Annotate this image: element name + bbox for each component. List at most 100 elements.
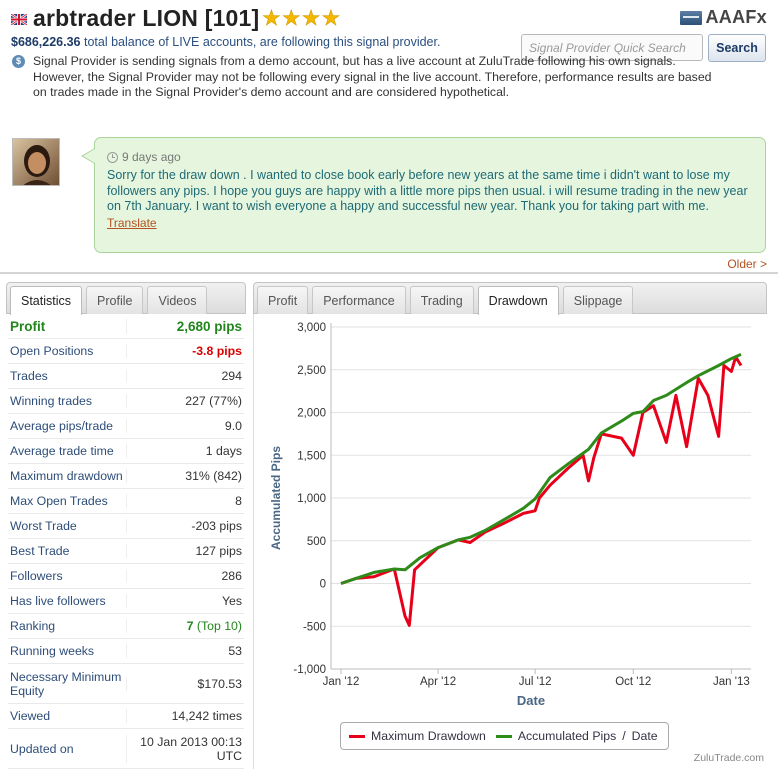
stat-label: Profit	[10, 318, 46, 334]
tab-profit[interactable]: Profit	[257, 286, 309, 314]
stat-label: Winning trades	[10, 394, 93, 408]
stat-row: Trades 294	[8, 364, 244, 389]
stat-value: 286	[126, 569, 244, 583]
x-tick-label: Jan '12	[323, 676, 360, 688]
tab-slippage[interactable]: Slippage	[562, 286, 634, 314]
brand-flag-icon	[680, 10, 703, 25]
stat-row: Open Positions -3.8 pips	[8, 339, 244, 364]
stat-label: Viewed	[10, 709, 51, 723]
stat-row: Ranking 7 (Top 10)	[8, 614, 244, 639]
stat-row: Best Trade 127 pips	[8, 539, 244, 564]
ranking-value: 7	[186, 619, 194, 633]
stat-row: Necessary Minimum Equity $170.53	[8, 664, 244, 704]
stat-row: Average trade time 1 days	[8, 439, 244, 464]
stat-row: Viewed 14,242 times	[8, 704, 244, 729]
balance-amount: $686,226.36	[11, 35, 81, 49]
zulutrade-watermark: ZuluTrade.com	[693, 752, 764, 764]
stat-label: Max Open Trades	[10, 494, 108, 508]
stat-value: 53	[126, 644, 244, 658]
tab-performance[interactable]: Performance	[312, 286, 406, 314]
y-tick-label: 3,000	[297, 322, 326, 334]
stat-row: Winning trades 227 (77%)	[8, 389, 244, 414]
stat-value: 31% (842)	[126, 469, 244, 483]
drawdown-chart-svg: 3,0002,5002,0001,5001,0005000-500-1,000J…	[269, 322, 751, 708]
left-tabs: Statistics Profile Videos	[6, 282, 246, 315]
stat-row: Followers 286	[8, 564, 244, 589]
legend-separator: /	[622, 729, 626, 743]
avatar-portrait-icon	[13, 139, 59, 185]
brand-logo[interactable]: AAAFx	[680, 7, 767, 28]
stat-row: Average pips/trade 9.0	[8, 414, 244, 439]
stat-row: Max Open Trades 8	[8, 489, 244, 514]
brand-name: AAAFx	[705, 7, 767, 27]
y-axis-title: Accumulated Pips	[269, 446, 283, 550]
stat-value: 227 (77%)	[126, 394, 244, 408]
section-divider	[0, 272, 778, 274]
stat-label: Average pips/trade	[10, 419, 113, 433]
y-tick-label: 0	[320, 579, 326, 591]
older-link[interactable]: Older >	[727, 257, 767, 271]
stat-row: Maximum drawdown 31% (842)	[8, 464, 244, 489]
tab-trading[interactable]: Trading	[409, 286, 474, 314]
stat-value: 9.0	[126, 419, 244, 433]
accumulated-pips-line	[340, 353, 742, 585]
stat-label: Average trade time	[10, 444, 114, 458]
provider-message: 9 days ago Sorry for the draw down . I w…	[0, 122, 778, 272]
dollar-info-icon: $	[12, 55, 25, 68]
demo-disclaimer: Signal Provider is sending signals from …	[33, 54, 712, 99]
tab-drawdown[interactable]: Drawdown	[477, 286, 559, 315]
message-time: 9 days ago	[107, 150, 753, 164]
stat-label: Ranking	[10, 619, 56, 633]
x-axis-title: Date	[517, 693, 545, 708]
stat-label: Has live followers	[10, 594, 106, 608]
provider-header: arbtrader LION [101] ★★★★ AAAFx $686,226…	[0, 0, 778, 122]
uk-flag-icon	[11, 14, 27, 25]
message-text: Sorry for the draw down . I wanted to cl…	[107, 168, 748, 213]
legend-accumulated[interactable]: Accumulated Pips	[518, 729, 616, 743]
stat-label: Trades	[10, 369, 48, 383]
stat-value: 294	[126, 369, 244, 383]
y-tick-label: 2,500	[297, 365, 326, 377]
stat-label: Running weeks	[10, 644, 95, 658]
legend-date[interactable]: Date	[632, 729, 658, 743]
stat-value: 127 pips	[126, 544, 244, 558]
x-tick-label: Jul '12	[519, 676, 552, 688]
x-tick-label: Oct '12	[615, 676, 651, 688]
live-balance: $686,226.36 total balance of LIVE accoun…	[11, 35, 440, 49]
stat-value: 10 Jan 2013 00:13 UTC	[126, 734, 244, 763]
tab-profile[interactable]: Profile	[86, 286, 144, 314]
stat-value: $170.53	[126, 676, 244, 691]
stat-row: Worst Trade -203 pips	[8, 514, 244, 539]
y-tick-label: -1,000	[293, 664, 326, 676]
stat-label: Open Positions	[10, 344, 94, 358]
stat-value: 1 days	[126, 444, 244, 458]
legend-drawdown[interactable]: Maximum Drawdown	[371, 729, 486, 743]
statistics-panel: Statistics Profile Videos Profit 2,680 pi…	[6, 282, 246, 769]
rating-stars-icon: ★★★★	[262, 7, 342, 31]
y-tick-label: 1,500	[297, 450, 326, 462]
stat-label: Updated on	[10, 741, 74, 756]
stat-label: Worst Trade	[10, 519, 77, 533]
y-tick-label: 1,000	[297, 493, 326, 505]
x-tick-label: Jan '13	[713, 676, 750, 688]
y-tick-label: 2,000	[297, 408, 326, 420]
stat-value: 8	[126, 494, 244, 508]
stat-value: Yes	[126, 594, 244, 608]
y-tick-label: -500	[303, 621, 326, 633]
tab-videos[interactable]: Videos	[147, 286, 208, 314]
legend-accumulated-swatch	[495, 734, 512, 738]
x-tick-label: Apr '12	[420, 676, 456, 688]
avatar[interactable]	[12, 138, 60, 186]
chart-legend: Maximum Drawdown Accumulated Pips / Date	[340, 722, 669, 750]
stat-row: Running weeks 53	[8, 639, 244, 664]
stat-label: Necessary Minimum Equity	[10, 669, 122, 698]
tab-statistics[interactable]: Statistics	[10, 286, 83, 315]
balance-text: total balance of LIVE accounts, are foll…	[84, 35, 441, 49]
stat-label: Best Trade	[10, 544, 70, 558]
stat-value: -3.8 pips	[126, 344, 244, 358]
bubble-tail-inner	[83, 149, 95, 163]
stat-value: 14,242 times	[126, 709, 244, 723]
provider-name: arbtrader LION [101]	[33, 5, 260, 31]
stat-value: -203 pips	[126, 519, 244, 533]
translate-link[interactable]: Translate	[107, 216, 157, 230]
